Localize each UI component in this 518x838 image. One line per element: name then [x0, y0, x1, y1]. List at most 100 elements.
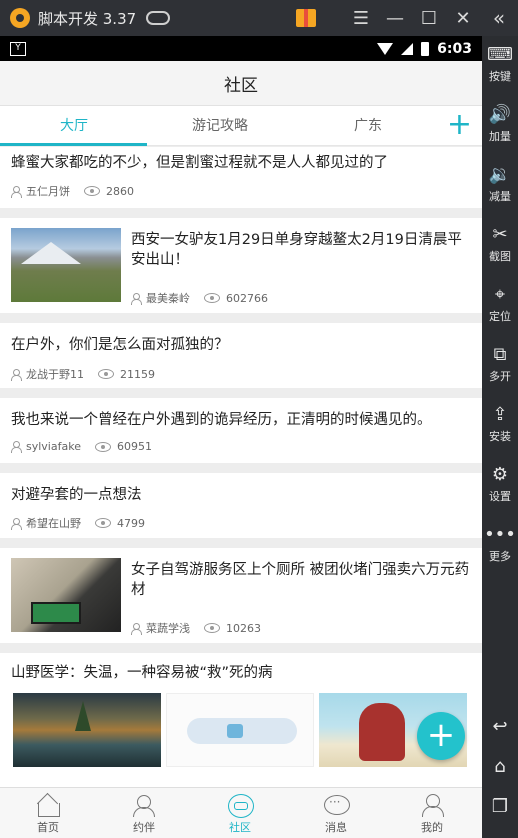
- phone-screen: Y 6:03 社区 大厅 游记攻略 广东 + 蜂蜜大家都吃的不少，但是割蜜过程就…: [0, 36, 482, 838]
- nav-community[interactable]: 社区: [192, 788, 288, 838]
- apk-install-icon: ⇪: [492, 404, 508, 425]
- post-card[interactable]: 我也来说一个曾经在户外遇到的诡异经历，正清明的时候遇见的。 sylviafake…: [0, 398, 482, 463]
- menu-icon[interactable]: ☰: [344, 0, 378, 36]
- post-title: 我也来说一个曾经在户外遇到的诡异经历，正清明的时候遇见的。: [11, 412, 432, 428]
- user-icon: [11, 185, 22, 198]
- nav-label: 社区: [229, 821, 251, 834]
- emulator-title-bar: 脚本开发 3.37 ☰ — ☐ ✕ «: [0, 0, 518, 36]
- post-image: [166, 693, 314, 767]
- post-card[interactable]: 对避孕套的一点想法 希望在山野 4799: [0, 473, 482, 538]
- home-icon: ⌂: [494, 756, 506, 777]
- sidebar-label: 安装: [489, 430, 511, 443]
- android-home-button[interactable]: ⌂: [482, 756, 518, 778]
- tab-bar: 大厅 游记攻略 广东 +: [0, 106, 482, 146]
- post-views: 21159: [120, 367, 155, 381]
- emulator-sidebar: ⌨ 按键 🔊 加量 🔉 减量 ✂ 截图 ⌖ 定位 ⧉ 多开 ⇪ 安装 ⚙ 设置 …: [482, 36, 518, 838]
- wifi-icon: [377, 42, 394, 55]
- volume-down-icon: 🔉: [488, 164, 512, 185]
- android-back-button[interactable]: ↩: [482, 716, 518, 738]
- post-feed: 蜂蜜大家都吃的不少，但是割蜜过程就不是人人都见过的了 五仁月饼 2860 西安一…: [0, 147, 482, 787]
- back-icon: ↩: [492, 716, 508, 737]
- post-views: 10263: [226, 621, 261, 635]
- home-icon: [35, 793, 61, 817]
- tab-guangdong[interactable]: 广东: [308, 106, 428, 146]
- sidebar-item-volume-up[interactable]: 🔊 加量: [482, 104, 518, 144]
- post-meta: 希望在山野 4799: [11, 515, 145, 531]
- post-author: 希望在山野: [26, 517, 81, 530]
- android-recents-button[interactable]: ❐: [482, 796, 518, 818]
- sidebar-item-screenshot[interactable]: ✂ 截图: [482, 224, 518, 264]
- nav-messages[interactable]: 消息: [288, 788, 384, 838]
- tab-hall[interactable]: 大厅: [14, 106, 134, 146]
- maximize-button[interactable]: ☐: [412, 0, 446, 36]
- sidebar-label: 按键: [489, 70, 511, 83]
- nav-home[interactable]: 首页: [0, 788, 96, 838]
- post-views: 2860: [106, 184, 134, 198]
- profile-icon: [419, 793, 445, 817]
- status-time: 6:03: [437, 40, 472, 57]
- tab-travel-guides[interactable]: 游记攻略: [160, 106, 280, 146]
- post-card[interactable]: 西安一女驴友1月29日单身穿越鳌太2月19日清晨平安出山！ 最美秦岭 60276…: [0, 218, 482, 313]
- post-card[interactable]: 山野医学：失温，一种容易被“救”死的病: [0, 653, 482, 787]
- community-icon: [227, 793, 254, 818]
- minimize-button[interactable]: —: [378, 0, 412, 36]
- post-author: 龙战于野11: [26, 368, 84, 381]
- create-post-button[interactable]: +: [417, 712, 465, 760]
- scissors-icon: ✂: [492, 224, 508, 245]
- nav-label: 消息: [325, 821, 347, 834]
- nav-companions[interactable]: 约伴: [96, 788, 192, 838]
- sidebar-item-multi-instance[interactable]: ⧉ 多开: [482, 344, 518, 384]
- sidebar-item-location[interactable]: ⌖ 定位: [482, 284, 518, 324]
- sidebar-item-more[interactable]: ••• 更多: [482, 524, 518, 564]
- eye-icon: [95, 518, 111, 528]
- post-thumbnail: [11, 558, 121, 632]
- sidebar-item-volume-down[interactable]: 🔉 减量: [482, 164, 518, 204]
- post-author: 最美秦岭: [146, 292, 190, 305]
- sidebar-item-settings[interactable]: ⚙ 设置: [482, 464, 518, 504]
- post-card[interactable]: 在户外，你们是怎么面对孤独的？ 龙战于野11 21159: [0, 323, 482, 388]
- recents-icon: ❐: [491, 796, 509, 817]
- post-title: 蜂蜜大家都吃的不少，但是割蜜过程就不是人人都见过的了: [11, 155, 388, 171]
- gift-icon[interactable]: [296, 9, 316, 27]
- post-meta: 龙战于野11 21159: [11, 366, 155, 382]
- sidebar-label: 多开: [489, 370, 511, 383]
- user-icon: [131, 622, 142, 635]
- app-bar: 社区: [0, 61, 482, 106]
- post-title: 西安一女驴友1月29日单身穿越鳌太2月19日清晨平安出山！: [131, 232, 462, 268]
- post-views: 60951: [116, 440, 152, 453]
- battery-icon: [421, 41, 430, 56]
- nav-label: 约伴: [133, 821, 155, 834]
- eye-icon: [98, 369, 114, 379]
- post-author: 菜蔬学浅: [146, 622, 190, 635]
- sidebar-item-keys[interactable]: ⌨ 按键: [482, 44, 518, 84]
- post-card[interactable]: 蜂蜜大家都吃的不少，但是割蜜过程就不是人人都见过的了 五仁月饼 2860: [0, 147, 482, 208]
- post-author: 五仁月饼: [26, 185, 70, 198]
- signal-icon: [401, 42, 414, 55]
- sidebar-label: 减量: [489, 190, 511, 203]
- post-title: 在户外，你们是怎么面对孤独的？: [11, 337, 229, 353]
- close-button[interactable]: ✕: [446, 0, 480, 36]
- sidebar-label: 定位: [489, 310, 511, 323]
- collapse-sidebar-icon[interactable]: «: [480, 0, 518, 36]
- status-bar: Y 6:03: [0, 36, 482, 61]
- post-meta: 菜蔬学浅 10263: [131, 620, 261, 636]
- user-icon: [11, 368, 22, 381]
- post-title: 山野医学：失温，一种容易被“救”死的病: [11, 665, 273, 681]
- message-icon: [323, 793, 350, 817]
- post-title: 女子自驾游服务区上个厕所 被团伙堵门强卖六万元药材: [131, 562, 470, 598]
- sidebar-label: 截图: [489, 250, 511, 263]
- sidebar-item-install[interactable]: ⇪ 安装: [482, 404, 518, 444]
- add-tab-icon[interactable]: +: [447, 109, 472, 141]
- post-meta: 最美秦岭 602766: [131, 290, 268, 306]
- nav-profile[interactable]: 我的: [384, 788, 480, 838]
- post-card[interactable]: 女子自驾游服务区上个厕所 被团伙堵门强卖六万元药材 菜蔬学浅 10263: [0, 548, 482, 643]
- app-logo-icon: [10, 8, 30, 28]
- companions-icon: [131, 793, 157, 817]
- eye-icon: [84, 186, 100, 196]
- user-icon: [131, 292, 142, 305]
- gamepad-icon[interactable]: [146, 11, 171, 25]
- bottom-nav: 首页 约伴 社区 消息 我的: [0, 787, 482, 838]
- post-views: 4799: [117, 516, 145, 530]
- post-meta: sylviafake 60951: [11, 440, 152, 453]
- notification-app-icon: Y: [10, 41, 26, 56]
